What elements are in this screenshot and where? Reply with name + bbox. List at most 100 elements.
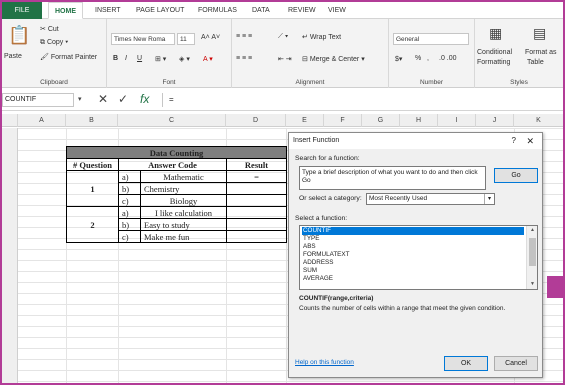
column-header[interactable]: I xyxy=(438,114,476,127)
list-item[interactable]: ABS xyxy=(302,243,524,251)
header-result[interactable]: Result xyxy=(226,158,287,171)
close-icon[interactable]: ✕ xyxy=(526,133,534,149)
help-link[interactable]: Help on this function xyxy=(295,359,354,366)
scroll-up-icon[interactable]: ▲ xyxy=(527,227,537,233)
column-header[interactable]: A xyxy=(18,114,66,127)
list-item[interactable]: TYPE xyxy=(302,235,524,243)
function-search-input[interactable]: Type a brief description of what you wan… xyxy=(299,166,486,190)
answer-cell[interactable]: Chemistry xyxy=(140,182,227,195)
scroll-thumb[interactable] xyxy=(529,238,536,266)
percent-button[interactable]: % xyxy=(415,55,421,62)
option-letter[interactable]: b) xyxy=(118,182,141,195)
cut-button[interactable]: ✂ Cut xyxy=(40,25,59,33)
column-header[interactable]: K xyxy=(514,114,563,127)
copy-button[interactable]: ⧉ Copy ▾ xyxy=(40,39,68,47)
paste-button[interactable]: Paste xyxy=(4,53,22,60)
list-item[interactable]: SUM xyxy=(302,267,524,275)
column-header[interactable]: G xyxy=(362,114,400,127)
option-letter[interactable]: c) xyxy=(118,230,141,243)
result-cell[interactable]: = xyxy=(226,170,287,183)
function-list[interactable]: COUNTIF TYPE ABS FORMULATEXT ADDRESS SUM… xyxy=(299,225,538,290)
font-color-icon[interactable]: A ▾ xyxy=(203,55,213,63)
tab-insert[interactable]: INSERT xyxy=(95,2,121,19)
list-scrollbar[interactable]: ▲ ▼ xyxy=(526,226,537,289)
question-number[interactable]: 1 xyxy=(66,170,119,207)
font-size-select[interactable]: 11 xyxy=(177,33,195,45)
result-cell[interactable] xyxy=(226,206,287,219)
result-cell[interactable] xyxy=(226,218,287,231)
format-painter-button[interactable]: 🖌 Format Painter xyxy=(40,53,97,61)
header-answer-code[interactable]: Answer Code xyxy=(118,158,227,171)
option-letter[interactable]: a) xyxy=(118,206,141,219)
conditional-formatting-icon[interactable]: ▦ xyxy=(489,25,502,42)
cancel-entry-icon[interactable]: ✕ xyxy=(98,92,108,106)
conditional-button[interactable]: Conditional xyxy=(477,49,512,56)
list-item[interactable]: ADDRESS xyxy=(302,259,524,267)
underline-button[interactable]: U xyxy=(137,55,142,62)
select-all[interactable] xyxy=(2,114,18,127)
list-item[interactable]: FORMULATEXT xyxy=(302,251,524,259)
answer-cell[interactable]: Easy to study xyxy=(140,218,227,231)
go-button[interactable]: Go xyxy=(494,168,538,183)
answer-cell[interactable]: Make me fun xyxy=(140,230,227,243)
tab-file[interactable]: FILE xyxy=(2,2,42,19)
orientation-icon[interactable]: ⟋ ▾ xyxy=(278,33,288,41)
column-header[interactable]: J xyxy=(476,114,514,127)
result-cell[interactable] xyxy=(226,230,287,243)
decimal-icon[interactable]: .0 .00 xyxy=(439,55,457,62)
answer-cell[interactable]: I like calculation xyxy=(140,206,227,219)
number-format-select[interactable]: General xyxy=(393,33,469,45)
tab-review[interactable]: REVIEW xyxy=(288,2,316,19)
tab-data[interactable]: DATA xyxy=(252,2,270,19)
option-letter[interactable]: b) xyxy=(118,218,141,231)
currency-icon[interactable]: $▾ xyxy=(395,55,402,63)
cancel-button[interactable]: Cancel xyxy=(494,356,538,371)
format-as-button[interactable]: Format as xyxy=(525,49,557,56)
chevron-down-icon[interactable]: ▾ xyxy=(484,194,494,204)
tab-page-layout[interactable]: PAGE LAYOUT xyxy=(136,2,184,19)
result-cell[interactable] xyxy=(226,182,287,195)
header-question[interactable]: # Question xyxy=(66,158,119,171)
format-as-table-icon[interactable]: ▤ xyxy=(533,25,546,42)
italic-button[interactable]: I xyxy=(125,55,127,62)
list-item[interactable]: COUNTIF xyxy=(302,227,524,235)
name-box[interactable]: COUNTIF xyxy=(2,93,74,107)
name-box-dropdown-icon[interactable]: ▾ xyxy=(78,95,82,103)
column-header[interactable]: C xyxy=(118,114,226,127)
bold-button[interactable]: B xyxy=(113,55,118,62)
wrap-text-button[interactable]: ↵ Wrap Text xyxy=(302,33,341,41)
answer-cell[interactable]: Biology xyxy=(140,194,227,207)
scroll-down-icon[interactable]: ▼ xyxy=(527,281,537,287)
enter-entry-icon[interactable]: ✓ xyxy=(118,92,128,106)
font-group: Times New Roma 11 A˄ A˅ B I U ⊞ ▾ ◈ ▾ A … xyxy=(107,19,232,88)
column-header[interactable]: H xyxy=(400,114,438,127)
align-top-icon[interactable]: ≡ ≡ ≡ xyxy=(236,33,252,40)
fill-color-icon[interactable]: ◈ ▾ xyxy=(179,55,190,63)
tab-view[interactable]: VIEW xyxy=(328,2,346,19)
paste-icon[interactable]: 📋 xyxy=(8,25,30,46)
comma-icon[interactable]: , xyxy=(427,55,429,62)
column-header[interactable]: D xyxy=(226,114,286,127)
list-item[interactable]: AVERAGE xyxy=(302,275,524,283)
tab-home[interactable]: HOME xyxy=(48,2,83,19)
align-left-icon[interactable]: ≡ ≡ ≡ xyxy=(236,55,252,62)
help-icon[interactable]: ? xyxy=(512,133,516,149)
merge-center-button[interactable]: ⊟ Merge & Center ▾ xyxy=(302,55,365,63)
indent-icon[interactable]: ⇤ ⇥ xyxy=(278,55,292,63)
result-cell[interactable] xyxy=(226,194,287,207)
font-name-select[interactable]: Times New Roma xyxy=(111,33,175,45)
option-letter[interactable]: a) xyxy=(118,170,141,183)
formula-input[interactable]: = xyxy=(162,93,562,107)
option-letter[interactable]: c) xyxy=(118,194,141,207)
column-header[interactable]: F xyxy=(324,114,362,127)
ok-button[interactable]: OK xyxy=(444,356,488,371)
question-number[interactable]: 2 xyxy=(66,206,119,243)
borders-icon[interactable]: ⊞ ▾ xyxy=(155,55,166,63)
insert-function-icon[interactable]: fx xyxy=(140,92,149,106)
tab-formulas[interactable]: FORMULAS xyxy=(198,2,237,19)
answer-cell[interactable]: Mathematic xyxy=(140,170,227,183)
category-select[interactable]: Most Recently Used ▾ xyxy=(366,193,495,205)
column-header[interactable]: E xyxy=(286,114,324,127)
column-header[interactable]: B xyxy=(66,114,118,127)
grow-font-button[interactable]: A˄ A˅ xyxy=(201,34,220,41)
